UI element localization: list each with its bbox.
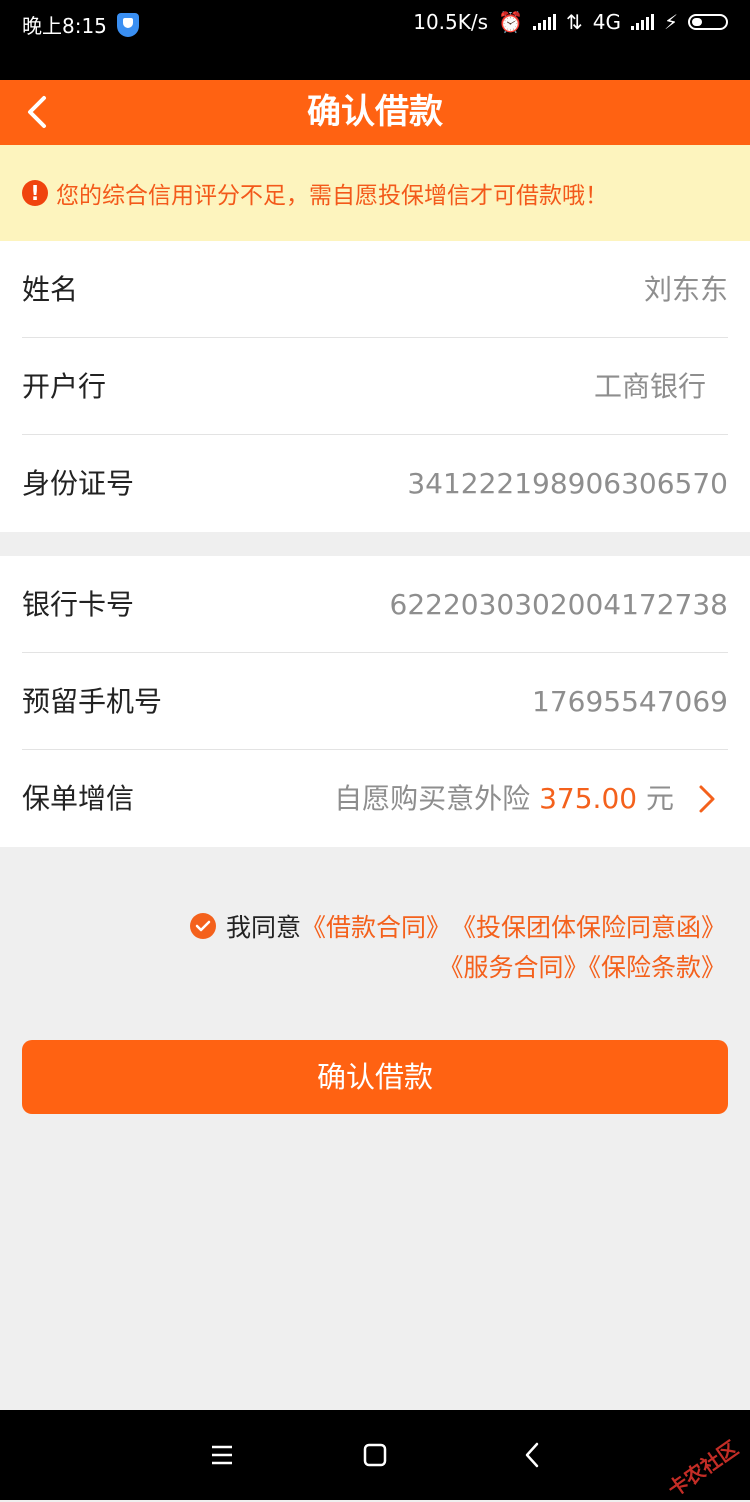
signal-icon [532, 14, 556, 30]
row-name: 姓名 刘东东 [22, 241, 728, 338]
bank-branch-label: 开户行 [22, 370, 107, 403]
agreement-line-1: 我同意 《借款合同》 《投保团体保险同意函》 [189, 905, 726, 947]
insurance-terms-link[interactable]: 《保险条款》 [588, 953, 726, 982]
nav-bar: 确认借款 [0, 80, 750, 145]
name-value: 刘东东 [643, 273, 728, 306]
data-transfer-icon: ⇅ [565, 10, 583, 34]
security-shield-icon [116, 12, 139, 37]
row-phone: 预留手机号 17695547069 [22, 653, 728, 750]
insurance-unit: 元 [645, 782, 674, 815]
system-nav-bar: 卡农社区 [0, 1410, 750, 1502]
service-contract-link[interactable]: 《服务合同》 [438, 953, 588, 982]
phone-value: 17695547069 [532, 685, 728, 718]
network-type: 4G [592, 10, 621, 34]
agreement: 我同意 《借款合同》 《投保团体保险同意函》 《服务合同》《保险条款》 [189, 905, 726, 989]
confirm-loan-button[interactable]: 确认借款 [22, 1040, 728, 1114]
status-right: 10.5K/s ⏰ ⇅ 4G ⚡ [413, 10, 728, 34]
row-insurance[interactable]: 保单增信 自愿购买意外险 375.00 元 [22, 750, 728, 847]
insurance-value: 自愿购买意外险 375.00 元 [334, 750, 674, 847]
insurance-consent-link[interactable]: 《投保团体保险同意函》 [451, 908, 726, 944]
notice-text: 您的综合信用评分不足，需自愿投保增信才可借款哦！ [56, 183, 608, 209]
row-id-number: 身份证号 341222198906306570 [22, 435, 728, 532]
notice-banner: ! 您的综合信用评分不足，需自愿投保增信才可借款哦！ [0, 145, 750, 241]
charging-icon: ⚡ [663, 10, 678, 34]
status-left: 晚上8:15 [22, 10, 139, 39]
agreement-line-2: 《服务合同》《保险条款》 [190, 947, 726, 989]
bank-info-group: 银行卡号 6222030302004172738 预留手机号 176955470… [0, 556, 750, 847]
name-label: 姓名 [22, 273, 79, 306]
id-number-value: 341222198906306570 [407, 467, 728, 500]
back-icon[interactable] [518, 1440, 548, 1470]
insurance-label: 保单增信 [22, 782, 135, 815]
insurance-amount: 375.00 [539, 782, 638, 815]
net-speed: 10.5K/s [413, 10, 489, 34]
card-number-label: 银行卡号 [22, 588, 135, 621]
check-icon [195, 920, 211, 932]
loan-contract-link[interactable]: 《借款合同》 [301, 908, 451, 944]
insurance-desc: 自愿购买意外险 [334, 782, 531, 815]
agree-prefix: 我同意 [225, 913, 301, 942]
card-number-value: 6222030302004172738 [389, 588, 728, 621]
menu-icon[interactable] [207, 1440, 237, 1470]
bank-branch-value: 工商银行 [593, 370, 706, 403]
agree-checkbox[interactable] [189, 913, 216, 939]
phone-label: 预留手机号 [22, 685, 163, 718]
home-icon[interactable] [360, 1440, 390, 1470]
status-time: 晚上8:15 [22, 14, 107, 38]
warning-icon: ! [22, 180, 48, 206]
status-bar: 晚上8:15 10.5K/s ⏰ ⇅ 4G ⚡ [0, 0, 750, 80]
signal-icon-2 [630, 14, 654, 30]
alarm-off-icon: ⏰ [498, 10, 523, 34]
id-number-label: 身份证号 [22, 467, 135, 500]
chevron-right-icon[interactable] [696, 784, 718, 814]
personal-info-group: 姓名 刘东东 开户行 工商银行 身份证号 341222198906306570 [0, 241, 750, 532]
watermark: 卡农社区 [663, 1435, 743, 1502]
row-card-number: 银行卡号 6222030302004172738 [22, 556, 728, 653]
row-bank-branch[interactable]: 开户行 工商银行 [22, 338, 728, 435]
battery-icon [688, 14, 728, 30]
page-title: 确认借款 [307, 92, 443, 132]
